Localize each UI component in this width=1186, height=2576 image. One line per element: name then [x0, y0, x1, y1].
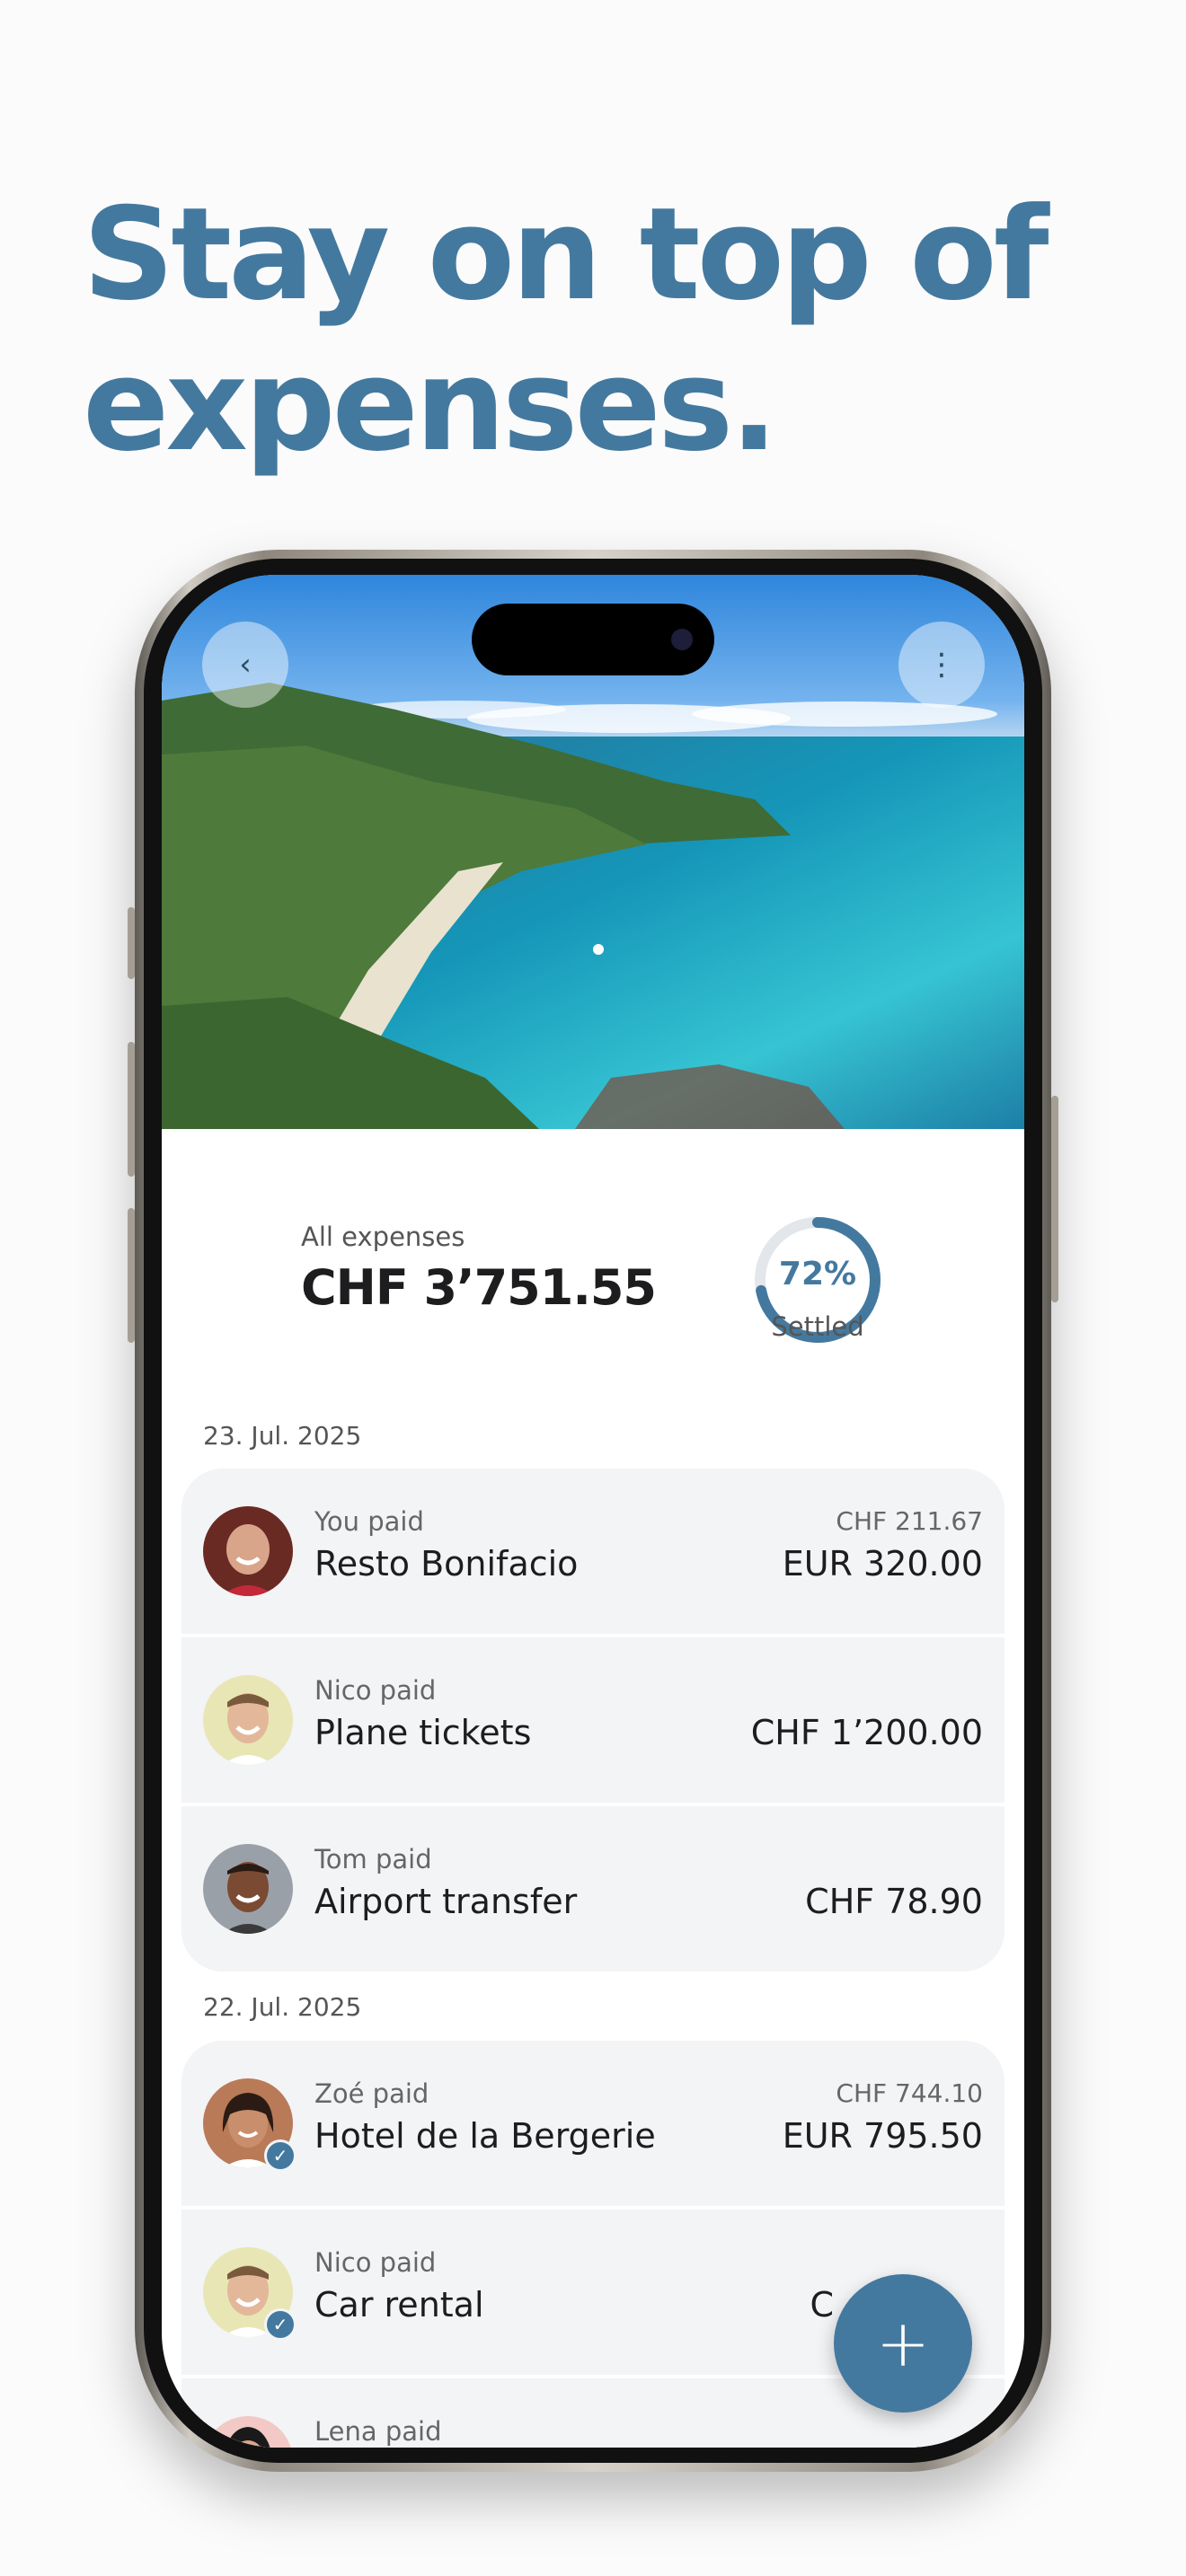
expense-row[interactable]: Tom paid Airport transfer CHF 78.90 [181, 1806, 1005, 1972]
payer-label: Nico paid [314, 1675, 437, 1706]
front-camera [671, 629, 693, 650]
settled-check-icon: ✓ [264, 2308, 296, 2341]
avatar-image [203, 1506, 293, 1596]
expense-title: Car rental [314, 2285, 484, 2325]
converted-amount: CHF 211.67 [836, 1506, 983, 1536]
all-expenses-total: CHF 3’751.55 [301, 1259, 657, 1316]
expense-amount: EUR 795.50 [782, 2116, 983, 2156]
payer-label: Tom paid [314, 1844, 432, 1875]
expense-amount: CHF 1’200.00 [750, 1713, 983, 1752]
expense-amount: C [810, 2285, 834, 2325]
avatar: ✓ [203, 2247, 296, 2341]
avatar: ✓ [203, 2078, 296, 2172]
date-header: 23. Jul. 2025 [203, 1421, 362, 1451]
back-button[interactable]: ‹ [202, 622, 288, 708]
avatar [203, 2416, 293, 2448]
all-expenses-label: All expenses [301, 1222, 465, 1252]
expense-row[interactable]: Nico paid Plane tickets CHF 1’200.00 [181, 1637, 1005, 1806]
app-screen: ‹ ⋮ All expenses CHF 3’751.55 72% Settle… [162, 575, 1024, 2448]
avatar-image [203, 1675, 293, 1765]
avatar [203, 1675, 293, 1765]
date-header: 22. Jul. 2025 [203, 1992, 362, 2022]
add-expense-button[interactable]: + [834, 2274, 972, 2413]
payer-label: Zoé paid [314, 2078, 429, 2109]
expense-title: Plane tickets [314, 1713, 532, 1752]
expense-row[interactable]: ✓ Zoé paid Hotel de la Bergerie CHF 744.… [181, 2041, 1005, 2210]
headline-line-1: Stay on top of [83, 181, 1049, 329]
expense-row[interactable]: You paid Resto Bonifacio CHF 211.67 EUR … [181, 1469, 1005, 1637]
settled-label: Settled [771, 1311, 864, 1342]
phone-action-button [128, 907, 135, 979]
phone-volume-down [128, 1208, 135, 1343]
expense-amount: CHF 78.90 [805, 1882, 983, 1921]
expense-title: Resto Bonifacio [314, 1544, 579, 1584]
avatar [203, 1506, 293, 1596]
avatar [203, 1844, 293, 1934]
headline-line-2: expenses. [83, 331, 778, 480]
trip-cover-image: ‹ ⋮ [162, 575, 1024, 1129]
expense-group: You paid Resto Bonifacio CHF 211.67 EUR … [181, 1469, 1005, 1972]
avatar-image [203, 1844, 293, 1934]
more-button[interactable]: ⋮ [898, 622, 985, 708]
dynamic-island [472, 604, 714, 675]
converted-amount: CHF 744.10 [836, 2078, 983, 2108]
headline: Stay on top of expenses. [83, 180, 1049, 481]
phone-volume-up [128, 1042, 135, 1177]
avatar-image [203, 2416, 293, 2448]
more-vertical-icon: ⋮ [926, 647, 957, 683]
payer-label: Lena paid [314, 2416, 442, 2447]
expense-title: Airport transfer [314, 1882, 578, 1921]
payer-label: You paid [314, 1506, 424, 1537]
chevron-left-icon: ‹ [239, 647, 252, 683]
plus-icon: + [875, 2306, 931, 2381]
settled-percent: 72% [778, 1256, 857, 1292]
phone-power-button [1051, 1096, 1058, 1302]
expense-amount: EUR 320.00 [782, 1544, 983, 1584]
expense-title: Hotel de la Bergerie [314, 2116, 656, 2156]
settled-check-icon: ✓ [264, 2139, 296, 2172]
payer-label: Nico paid [314, 2247, 437, 2278]
